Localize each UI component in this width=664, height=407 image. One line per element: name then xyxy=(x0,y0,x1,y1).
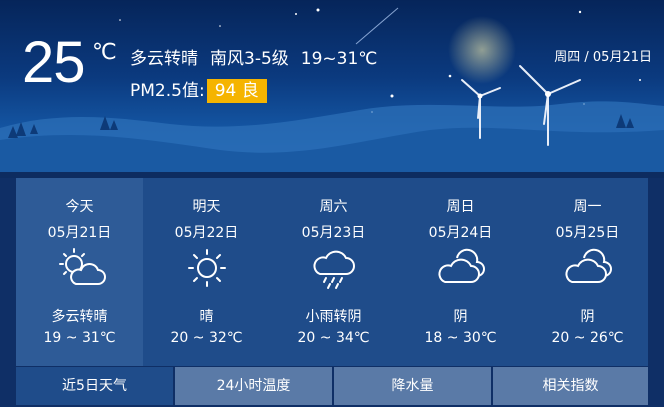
forecast-weekday: 明天 xyxy=(192,199,221,215)
cloud-icon xyxy=(565,248,612,283)
temperature-unit: ℃ xyxy=(92,40,117,65)
forecast-description: 阴 xyxy=(453,309,468,325)
forecast-description: 阴 xyxy=(580,309,595,325)
forecast-day-1[interactable]: 明天 05月22日 晴 20 ~ 32℃ xyxy=(143,178,270,366)
partly-cloudy-icon xyxy=(59,248,106,285)
current-condition: 多云转晴 xyxy=(130,49,198,69)
forecast-description: 晴 xyxy=(199,309,214,325)
pm25-badge: 94 良 xyxy=(206,79,267,103)
forecast-date: 05月25日 xyxy=(555,225,620,241)
sun-icon xyxy=(188,249,226,287)
forecast-weekday: 周一 xyxy=(573,199,602,215)
forecast-range: 18 ~ 30℃ xyxy=(424,330,497,346)
forecast-day-4[interactable]: 周一 05月25日 阴 20 ~ 26℃ xyxy=(524,178,651,366)
forecast-day-0[interactable]: 今天 05月21日 多云转晴 19 ~ 31℃ xyxy=(16,178,143,366)
tab-5day-weather[interactable]: 近5日天气 xyxy=(16,367,173,405)
current-range: 19~31℃ xyxy=(300,49,378,69)
forecast-range: 20 ~ 32℃ xyxy=(170,330,243,346)
forecast-date: 05月21日 xyxy=(47,225,112,241)
forecast-weekday: 今天 xyxy=(65,199,94,215)
forecast-date: 05月24日 xyxy=(428,225,493,241)
current-date: 周四 / 05月21日 xyxy=(554,50,652,65)
forecast-date: 05月23日 xyxy=(301,225,366,241)
forecast-weekday: 周日 xyxy=(446,199,475,215)
forecast-weekday: 周六 xyxy=(319,199,348,215)
forecast-date: 05月22日 xyxy=(174,225,239,241)
current-wind: 南风3-5级 xyxy=(210,49,289,69)
forecast-day-3[interactable]: 周日 05月24日 阴 18 ~ 30℃ xyxy=(397,178,524,366)
current-condition-line: 多云转晴 南风3-5级 19~31℃ xyxy=(130,44,389,69)
forecast-description: 小雨转阴 xyxy=(305,309,362,325)
weather-hero: 25 ℃ 多云转晴 南风3-5级 19~31℃ PM2.5值: 94 良 周四 / 0… xyxy=(0,0,664,172)
forecast-description: 多云转晴 xyxy=(51,309,108,325)
tab-precipitation[interactable]: 降水量 xyxy=(334,367,491,405)
forecast-range: 19 ~ 31℃ xyxy=(43,330,116,346)
tab-related-indices[interactable]: 相关指数 xyxy=(493,367,648,405)
night-scene-illustration xyxy=(0,7,664,172)
pm25-label: PM2.5值: xyxy=(130,81,205,101)
forecast-range: 20 ~ 34℃ xyxy=(297,330,370,346)
forecast-panel: 今天 05月21日 多云转晴 19 ~ 31℃ 明天 05月22日 晴 20 ~… xyxy=(16,178,648,366)
current-temperature: 25 xyxy=(22,30,86,95)
pm25-line: PM2.5值: 94 良 xyxy=(130,76,267,103)
tab-24h-temperature[interactable]: 24小时温度 xyxy=(175,367,332,405)
bottom-tab-bar: 近5日天气 24小时温度 降水量 相关指数 xyxy=(16,367,648,405)
cloud-icon xyxy=(438,248,485,283)
forecast-day-2[interactable]: 周六 05月23日 小雨转阴 20 ~ 34℃ xyxy=(270,178,397,366)
forecast-range: 20 ~ 26℃ xyxy=(551,330,624,346)
rain-cloud-icon xyxy=(313,250,355,289)
